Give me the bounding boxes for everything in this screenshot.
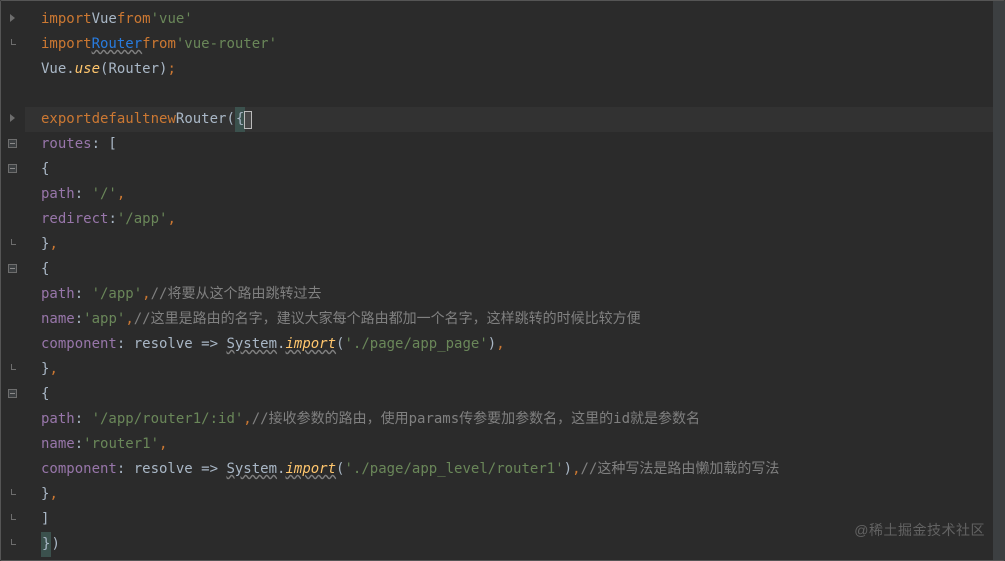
code-line: {	[41, 382, 1004, 407]
code-line: component: resolve => System.import('./p…	[41, 332, 1004, 357]
code-line: {	[41, 257, 1004, 282]
fold-minus-icon[interactable]	[5, 161, 19, 175]
code-line: },	[41, 482, 1004, 507]
code-line: path: '/app/router1/:id',//接收参数的路由，使用par…	[41, 407, 1004, 432]
fold-minus-icon[interactable]	[5, 136, 19, 150]
code-line: name:'router1',	[41, 432, 1004, 457]
code-line: path: '/app',//将要从这个路由跳转过去	[41, 282, 1004, 307]
code-line: Vue.use(Router);	[41, 57, 1004, 82]
code-line: path: '/',	[41, 182, 1004, 207]
fold-end-marker[interactable]	[5, 536, 19, 550]
fold-end-marker[interactable]	[5, 361, 19, 375]
code-editor[interactable]: import Vue from 'vue' import Router from…	[0, 0, 1005, 561]
code-line: component: resolve => System.import('./p…	[41, 457, 1004, 482]
code-line: },	[41, 357, 1004, 382]
code-line-active: export default new Router({	[25, 107, 1004, 132]
fold-end-marker[interactable]	[5, 36, 19, 50]
code-line: },	[41, 232, 1004, 257]
fold-minus-icon[interactable]	[5, 261, 19, 275]
fold-end-marker[interactable]	[5, 236, 19, 250]
watermark-text: @稀土掘金技术社区	[854, 518, 985, 543]
code-line: routes: [	[41, 132, 1004, 157]
vertical-scrollbar[interactable]	[993, 1, 1005, 560]
code-content[interactable]: import Vue from 'vue' import Router from…	[25, 1, 1004, 560]
fold-minus-icon[interactable]	[5, 386, 19, 400]
fold-marker[interactable]	[5, 11, 19, 25]
code-line: import Vue from 'vue'	[41, 7, 1004, 32]
fold-end-marker[interactable]	[5, 511, 19, 525]
fold-end-marker[interactable]	[5, 486, 19, 500]
gutter	[1, 1, 25, 560]
fold-marker[interactable]	[5, 111, 19, 125]
code-line: {	[41, 157, 1004, 182]
code-line: redirect:'/app',	[41, 207, 1004, 232]
code-line: name:'app',//这里是路由的名字，建议大家每个路由都加一个名字，这样跳…	[41, 307, 1004, 332]
code-line	[41, 82, 1004, 107]
code-line: import Router from 'vue-router'	[41, 32, 1004, 57]
